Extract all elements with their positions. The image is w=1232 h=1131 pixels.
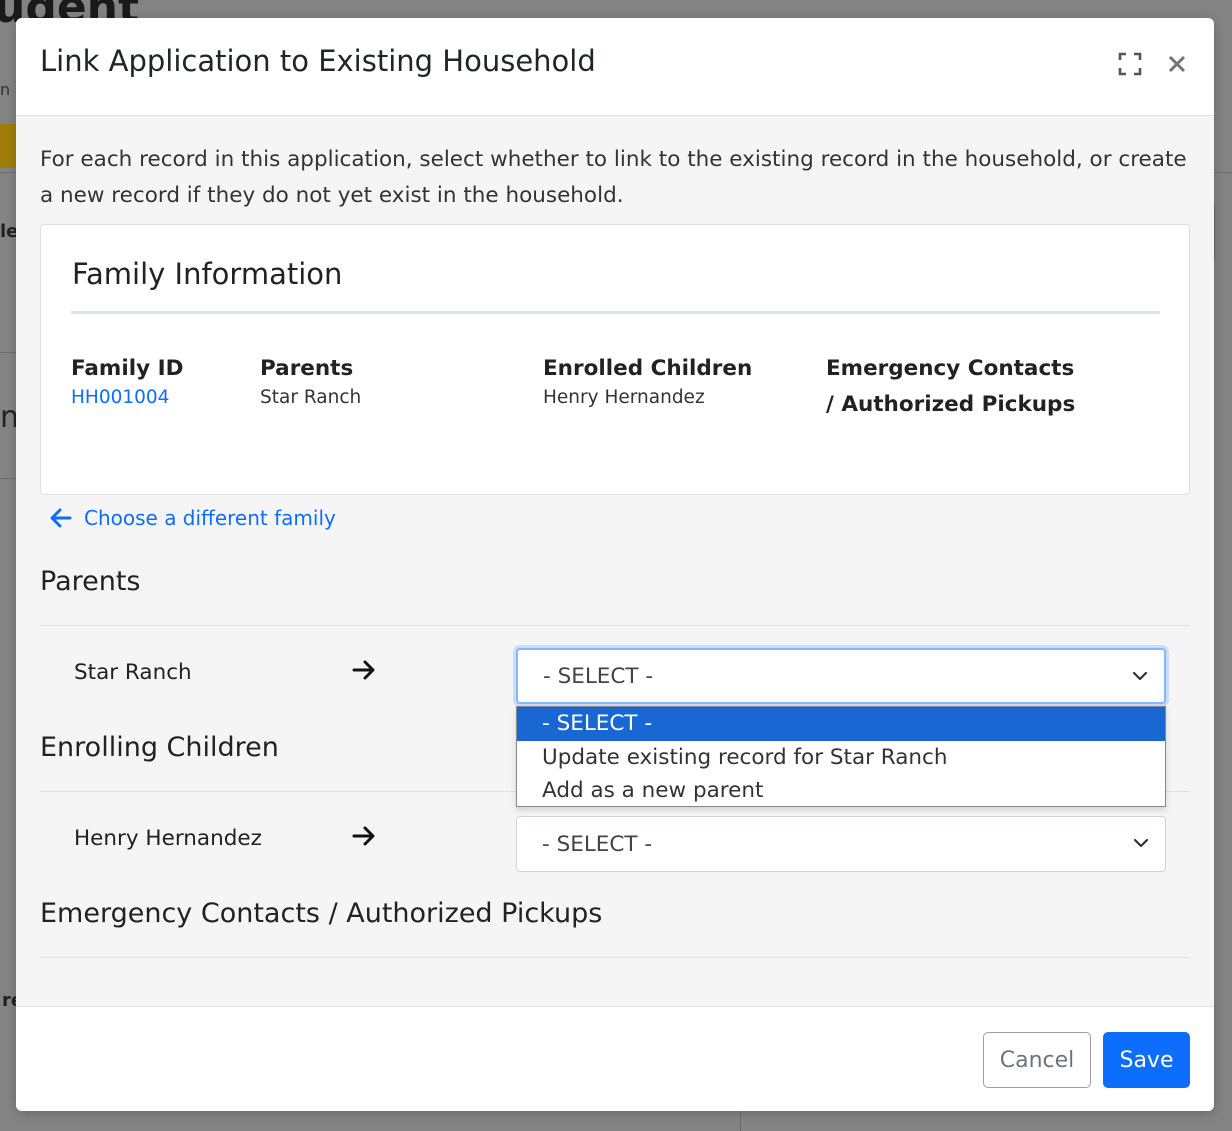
save-button[interactable]: Save: [1103, 1032, 1190, 1088]
cancel-button[interactable]: Cancel: [983, 1032, 1091, 1088]
card-divider: [71, 311, 1160, 314]
expand-button[interactable]: [1114, 48, 1146, 80]
enrolled-children-column: Enrolled Children Henry Hernandez: [543, 351, 752, 411]
family-id-column: Family ID HH001004: [71, 351, 183, 411]
arrow-right-icon: [352, 660, 375, 680]
link-household-modal: Link Application to Existing Household F…: [16, 18, 1214, 1111]
column-value: Star Ranch: [260, 387, 362, 408]
chevron-down-icon: [1132, 671, 1148, 681]
select-value: - SELECT -: [543, 663, 654, 689]
background-tab: [1214, 205, 1232, 260]
parents-section-title: Parents: [40, 566, 141, 597]
background-divider: [740, 1110, 741, 1131]
dropdown-option[interactable]: Update existing record for Star Ranch: [517, 741, 1165, 774]
intro-text: For each record in this application, sel…: [40, 147, 1187, 208]
close-button[interactable]: [1161, 48, 1193, 80]
child-link-select[interactable]: - SELECT -: [516, 816, 1166, 872]
family-information-card: Family Information Family ID HH001004 Pa…: [40, 224, 1190, 495]
background-divider: [0, 352, 16, 353]
section-divider: [40, 957, 1190, 958]
parent-link-select[interactable]: - SELECT -: [516, 648, 1166, 704]
parent-select-dropdown: - SELECT - Update existing record for St…: [516, 706, 1166, 807]
column-header: Emergency Contacts / Authorized Pickups: [826, 356, 1076, 417]
column-header: Enrolled Children: [543, 356, 753, 381]
modal-body: For each record in this application, sel…: [16, 116, 1214, 1006]
parent-name: Star Ranch: [74, 660, 192, 685]
dropdown-option[interactable]: - SELECT -: [517, 707, 1165, 741]
select-value: - SELECT -: [542, 831, 653, 857]
child-name: Henry Hernandez: [74, 826, 262, 851]
expand-icon: [1118, 52, 1142, 76]
background-divider: [0, 478, 16, 479]
parents-column: Parents Star Ranch: [260, 351, 361, 411]
chevron-down-icon: [1133, 838, 1149, 848]
column-value: Henry Hernandez: [543, 387, 705, 408]
section-divider: [40, 625, 1190, 626]
modal-header: Link Application to Existing Household: [16, 18, 1214, 116]
children-section-title: Enrolling Children: [40, 732, 279, 763]
dropdown-option[interactable]: Add as a new parent: [517, 774, 1165, 807]
choose-different-family-link[interactable]: Choose a different family: [50, 506, 336, 530]
close-icon: [1168, 55, 1186, 73]
back-link-label: Choose a different family: [84, 506, 336, 530]
card-title: Family Information: [72, 257, 343, 291]
column-header: Family ID: [71, 356, 184, 381]
contacts-section-title: Emergency Contacts / Authorized Pickups: [40, 898, 603, 929]
column-header: Parents: [260, 356, 354, 381]
modal-title: Link Application to Existing Household: [40, 44, 596, 78]
modal-footer: Cancel Save: [16, 1006, 1214, 1111]
family-id-link[interactable]: HH001004: [71, 385, 183, 411]
background-badge: [0, 124, 16, 168]
arrow-left-icon: [50, 508, 72, 528]
emergency-contacts-column: Emergency Contacts / Authorized Pickups: [826, 351, 1086, 421]
arrow-right-icon: [352, 826, 375, 846]
